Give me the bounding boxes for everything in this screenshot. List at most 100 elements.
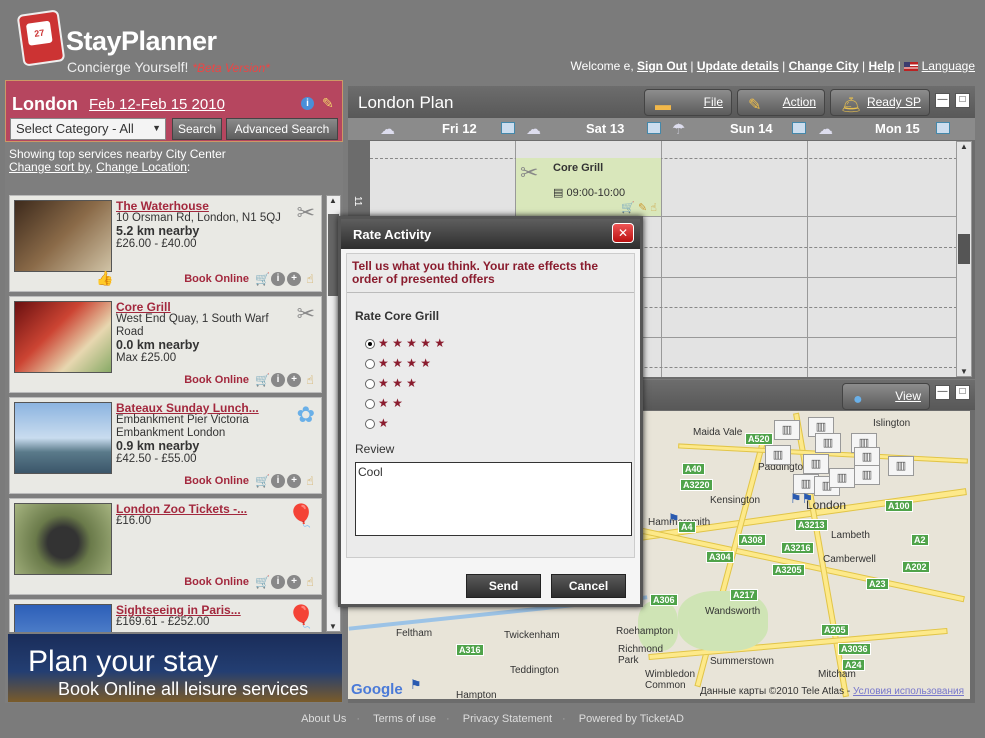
rate-activity-dialog: Rate Activity ✕ Tell us what you think. …	[338, 216, 643, 607]
hand-pointer-icon[interactable]: ☝	[303, 474, 317, 488]
cart-icon[interactable]: 🛒	[255, 272, 270, 286]
radio-button[interactable]	[365, 358, 375, 369]
terms-of-use-map-link[interactable]: Условия использования	[853, 686, 964, 697]
hand-pointer-icon[interactable]: ☝	[303, 373, 317, 387]
cart-icon[interactable]: 🛒	[255, 575, 270, 589]
pencil-icon[interactable]: ✎	[322, 95, 334, 112]
pencil-icon[interactable]: ✎	[638, 202, 647, 214]
map-marker-icon[interactable]: ▥	[854, 465, 880, 485]
item-title[interactable]: Core Grill	[116, 300, 171, 314]
calendar-icon[interactable]	[936, 122, 950, 134]
item-title[interactable]: Sightseeing in Paris...	[116, 603, 241, 617]
info-icon[interactable]: i	[301, 97, 314, 110]
map-marker-icon[interactable]: ▥	[854, 447, 880, 467]
rating-option-2[interactable]: ★ ★	[365, 396, 403, 410]
info-icon[interactable]: i	[271, 474, 285, 488]
item-title[interactable]: London Zoo Tickets -...	[116, 502, 247, 516]
radio-button[interactable]	[365, 418, 375, 429]
plan-scrollbar[interactable]: ▲ ▼	[956, 141, 972, 377]
category-select[interactable]: Select Category - All	[10, 118, 166, 140]
change-location-link[interactable]: Change Location	[96, 160, 187, 174]
help-link[interactable]: Help	[868, 59, 894, 73]
cart-icon[interactable]: 🛒	[255, 474, 270, 488]
list-item[interactable]: Bateaux Sunday Lunch... Embankment Pier …	[9, 397, 322, 494]
map-marker-icon[interactable]: ▥	[774, 420, 800, 440]
radio-button[interactable]	[365, 378, 375, 389]
hour-label: 11	[352, 196, 363, 207]
book-online-link[interactable]: Book Online	[184, 475, 249, 487]
maximize-icon[interactable]: □	[955, 385, 970, 400]
fork-knife-icon: ✂	[296, 200, 315, 225]
add-icon[interactable]: +	[287, 474, 301, 488]
calendar-event[interactable]: ✂ Core Grill ▤ 09:00-10:00 🛒 ✎ ☝	[516, 158, 661, 216]
list-item[interactable]: The Waterhouse 10 Orsman Rd, London, N1 …	[9, 195, 322, 292]
calendar-icon[interactable]	[792, 122, 806, 134]
terms-of-use-link[interactable]: Terms of use	[373, 713, 436, 725]
change-city-link[interactable]: Change City	[789, 59, 859, 73]
info-icon[interactable]: i	[271, 272, 285, 286]
scroll-up-icon[interactable]: ▲	[329, 196, 337, 205]
scroll-thumb[interactable]	[958, 234, 970, 264]
scroll-down-icon[interactable]: ▼	[329, 622, 337, 631]
list-item[interactable]: London Zoo Tickets -... £16.00 🎈 Book On…	[9, 498, 322, 595]
thumbs-up-icon[interactable]: 👍	[96, 270, 113, 287]
update-details-link[interactable]: Update details	[697, 59, 779, 73]
privacy-link[interactable]: Privacy Statement	[463, 713, 552, 725]
calendar-icon[interactable]	[647, 122, 661, 134]
minimize-icon[interactable]: —	[935, 385, 950, 400]
cart-icon[interactable]: 🛒	[255, 373, 270, 387]
item-title[interactable]: The Waterhouse	[116, 199, 209, 213]
book-online-link[interactable]: Book Online	[184, 374, 249, 386]
file-button[interactable]: ▬ File	[644, 89, 732, 116]
date-range-link[interactable]: Feb 12-Feb 15 2010	[89, 96, 225, 113]
list-item[interactable]: Sightseeing in Paris... £169.61 - £252.0…	[9, 599, 322, 632]
about-us-link[interactable]: About Us	[301, 713, 346, 725]
calendar-icon[interactable]	[501, 122, 515, 134]
list-item[interactable]: Core Grill West End Quay, 1 South Warf R…	[9, 296, 322, 393]
hand-pointer-icon[interactable]: ☝	[303, 272, 317, 286]
flag-marker-icon[interactable]: ⚑	[410, 677, 422, 693]
rating-option-1[interactable]: ★	[365, 416, 389, 430]
book-online-link[interactable]: Book Online	[184, 273, 249, 285]
rating-option-5[interactable]: ★ ★ ★ ★ ★	[365, 336, 445, 350]
add-icon[interactable]: +	[287, 272, 301, 286]
scroll-up-icon[interactable]: ▲	[960, 142, 968, 151]
view-button[interactable]: ● View	[842, 383, 930, 410]
map-marker-icon[interactable]: ▥	[829, 468, 855, 488]
cart-icon[interactable]: 🛒	[621, 202, 635, 214]
maximize-icon[interactable]: □	[955, 93, 970, 108]
scroll-down-icon[interactable]: ▼	[960, 367, 968, 376]
search-button[interactable]: Search	[172, 118, 222, 140]
plan-your-stay-banner[interactable]: Plan your stay Book Online all leisure s…	[8, 634, 342, 702]
add-icon[interactable]: +	[287, 373, 301, 387]
language-link[interactable]: Language	[922, 59, 975, 73]
item-title[interactable]: Bateaux Sunday Lunch...	[116, 401, 259, 415]
tower-bridge-photo	[14, 402, 112, 474]
review-textarea[interactable]: Cool	[355, 462, 632, 536]
send-button[interactable]: Send	[466, 574, 541, 598]
hand-pointer-icon[interactable]: ☝	[650, 202, 657, 214]
minimize-icon[interactable]: —	[935, 93, 950, 108]
book-online-link[interactable]: Book Online	[184, 576, 249, 588]
map-marker-icon[interactable]: ▥	[815, 433, 841, 453]
flag-marker-icon[interactable]: ⚑⚑	[790, 491, 813, 507]
info-icon[interactable]: i	[271, 373, 285, 387]
rating-option-3[interactable]: ★ ★ ★	[365, 376, 417, 390]
map-marker-icon[interactable]: ▥	[765, 445, 791, 465]
hand-pointer-icon[interactable]: ☝	[303, 575, 317, 589]
map-marker-icon[interactable]: ▥	[888, 456, 914, 476]
ready-sp-button[interactable]: 🛎 Ready SP	[830, 89, 930, 116]
radio-button[interactable]	[365, 398, 375, 409]
flag-marker-icon[interactable]: ⚑	[668, 511, 680, 527]
change-sort-link[interactable]: Change sort by	[9, 160, 90, 174]
rating-option-4[interactable]: ★ ★ ★ ★	[365, 356, 431, 370]
advanced-search-button[interactable]: Advanced Search	[226, 118, 338, 140]
add-icon[interactable]: +	[287, 575, 301, 589]
radio-button[interactable]	[365, 338, 375, 349]
close-icon[interactable]: ✕	[612, 223, 634, 243]
map-marker-icon[interactable]: ▥	[803, 454, 829, 474]
action-button[interactable]: ✎ Action	[737, 89, 825, 116]
sign-out-link[interactable]: Sign Out	[637, 59, 687, 73]
info-icon[interactable]: i	[271, 575, 285, 589]
cancel-button[interactable]: Cancel	[551, 574, 626, 598]
